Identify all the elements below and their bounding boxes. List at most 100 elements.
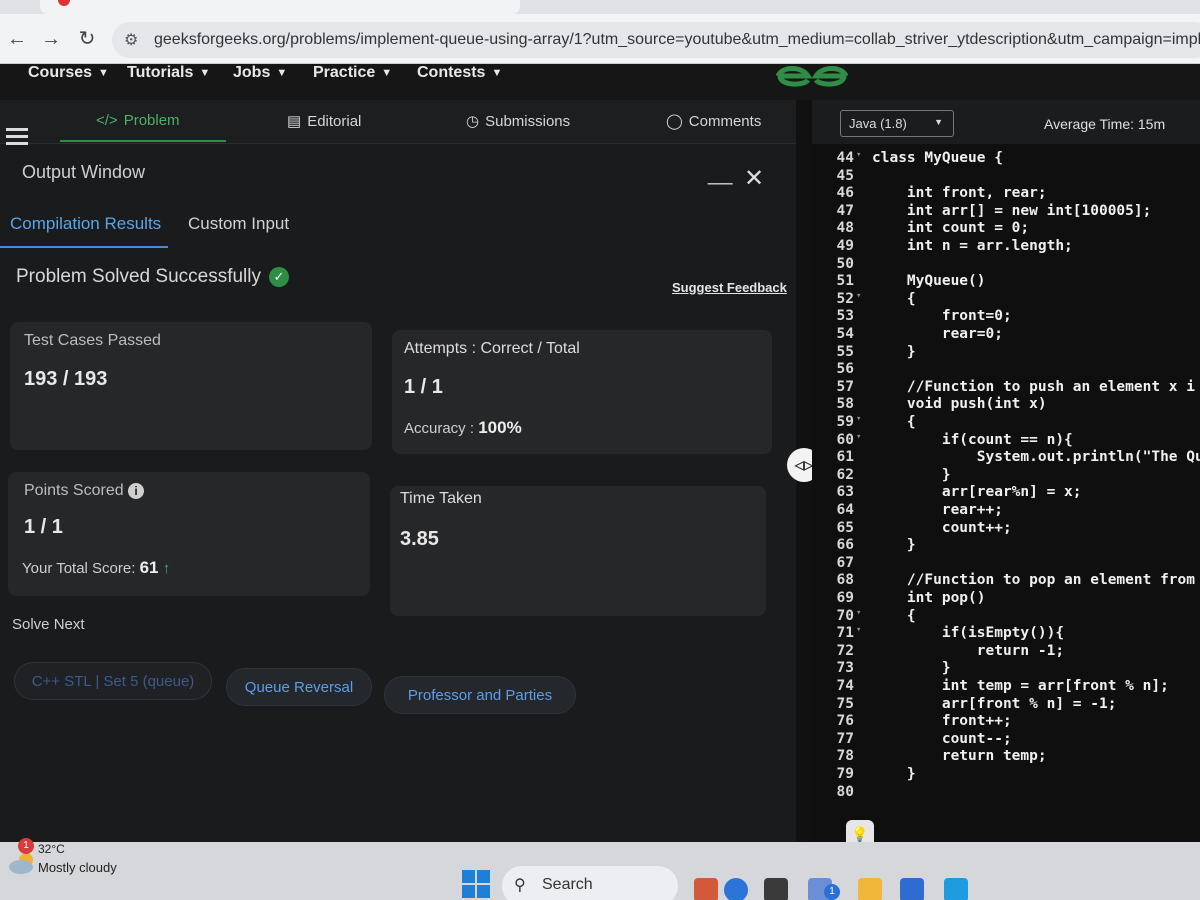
solve-next-label: Solve Next — [12, 616, 85, 633]
code-text[interactable]: } — [872, 344, 916, 360]
app-icon[interactable] — [764, 878, 788, 900]
code-text[interactable]: } — [872, 660, 951, 676]
info-icon[interactable]: i — [128, 482, 145, 499]
line-number: 50 — [836, 255, 854, 272]
code-text[interactable]: front++; — [872, 713, 1012, 729]
site-settings-icon[interactable]: ⚙ — [124, 30, 138, 50]
nav-label: Contests — [417, 64, 486, 81]
average-time: Average Time: 15m — [1044, 116, 1166, 132]
code-text[interactable]: int count = 0; — [872, 220, 1029, 236]
nav-tutorials[interactable]: Tutorials ▼ — [127, 64, 210, 82]
chevron-down-icon: ▼ — [381, 67, 393, 79]
gfg-logo[interactable] — [772, 64, 852, 90]
url-text[interactable]: geeksforgeeks.org/problems/implement-que… — [154, 31, 1200, 49]
address-bar[interactable]: ⚙ geeksforgeeks.org/problems/implement-q… — [112, 22, 1200, 58]
code-text[interactable]: count++; — [872, 520, 1012, 536]
tab-comments[interactable]: ◯ Comments — [666, 112, 761, 131]
code-text[interactable]: if(count == n){ — [872, 432, 1073, 448]
code-text[interactable]: arr[front % n] = -1; — [872, 696, 1117, 712]
line-number: 63 — [836, 484, 854, 501]
code-text[interactable]: } — [872, 467, 951, 483]
code-text[interactable]: rear++; — [872, 502, 1003, 518]
document-icon: ▤ — [287, 113, 302, 130]
fold-arrow-icon[interactable]: ▾ — [856, 150, 861, 160]
code-text[interactable]: rear=0; — [872, 326, 1003, 342]
code-text[interactable]: int temp = arr[front % n]; — [872, 678, 1169, 694]
app-icon[interactable] — [724, 878, 748, 900]
folder-icon[interactable] — [858, 878, 882, 900]
language-value: Java (1.8) — [849, 116, 907, 131]
app-icon[interactable] — [944, 878, 968, 900]
code-text[interactable]: class MyQueue { — [872, 150, 1003, 166]
code-text[interactable]: //Function to push an element x i — [872, 379, 1195, 395]
code-text[interactable]: int n = arr.length; — [872, 238, 1073, 254]
comment-icon: ◯ — [666, 113, 683, 130]
browser-toolbar: ← → ↻ ⚙ geeksforgeeks.org/problems/imple… — [0, 14, 1200, 64]
taskbar-search[interactable]: ⚲ Search — [502, 866, 678, 900]
code-text[interactable]: } — [872, 766, 916, 782]
temperature: 32°C — [38, 842, 65, 856]
menu-icon[interactable] — [6, 128, 28, 148]
code-text[interactable]: System.out.println("The Qu — [872, 449, 1200, 465]
time-label: Time Taken — [400, 490, 482, 507]
code-text[interactable]: //Function to pop an element from — [872, 572, 1195, 588]
code-text[interactable]: int front, rear; — [872, 185, 1047, 201]
cloud-icon[interactable] — [6, 850, 38, 876]
tab-label: Submissions — [485, 112, 571, 130]
fold-arrow-icon[interactable]: ▾ — [856, 608, 861, 618]
code-text[interactable]: return -1; — [872, 643, 1064, 659]
tab-label: Problem — [123, 112, 180, 129]
line-number: 64 — [836, 502, 854, 518]
code-text[interactable]: } — [872, 537, 916, 553]
tab-custom-input[interactable]: Custom Input — [188, 214, 289, 234]
status-text: Problem Solved Successfully — [16, 266, 261, 287]
line-number: 79 — [836, 766, 854, 782]
nav-courses[interactable]: Courses ▼ — [28, 64, 109, 82]
tab-submissions[interactable]: ◷ Submissions — [466, 112, 571, 131]
language-select[interactable]: Java (1.8) ▼ — [840, 110, 954, 137]
fold-arrow-icon[interactable]: ▾ — [856, 432, 861, 442]
nav-practice[interactable]: Practice ▼ — [313, 64, 392, 82]
code-text[interactable]: void push(int x) — [872, 396, 1047, 412]
reload-button[interactable]: ↻ — [74, 26, 100, 52]
line-number: 61 — [836, 449, 854, 466]
tab-editorial[interactable]: ▤ Editorial — [287, 112, 361, 131]
windows-start-icon[interactable] — [462, 870, 490, 898]
code-text[interactable]: { — [872, 291, 916, 307]
code-text[interactable]: { — [872, 414, 916, 430]
close-button[interactable]: ✕ — [744, 164, 764, 193]
tab-problem[interactable]: </> Problem — [96, 112, 180, 129]
chevron-down-icon: ▼ — [276, 67, 288, 79]
code-text[interactable]: count--; — [872, 731, 1012, 747]
code-text[interactable]: return temp; — [872, 748, 1047, 764]
code-editor[interactable]: 44 ▾ class MyQueue {45 46 int front, rear; 4… — [812, 150, 1200, 810]
minimize-button[interactable]: __ — [708, 160, 732, 186]
code-text[interactable]: int arr[] = new int[100005]; — [872, 203, 1151, 219]
search-icon: ⚲ — [514, 877, 526, 894]
app-icon[interactable] — [694, 878, 718, 900]
code-text[interactable]: if(isEmpty()){ — [872, 625, 1064, 641]
code-text[interactable]: int pop() — [872, 590, 986, 606]
nav-contests[interactable]: Contests ▼ — [417, 64, 502, 82]
active-tab[interactable] — [40, 0, 520, 14]
fold-arrow-icon[interactable]: ▾ — [856, 625, 861, 635]
fold-arrow-icon[interactable]: ▾ — [856, 291, 861, 301]
solve-next-item[interactable]: Queue Reversal — [226, 668, 372, 706]
solve-next-item[interactable]: Professor and Parties — [384, 676, 576, 714]
app-icon[interactable] — [900, 878, 924, 900]
tab-compilation-results[interactable]: Compilation Results — [10, 214, 161, 234]
code-text[interactable]: front=0; — [872, 308, 1012, 324]
back-button[interactable]: ← — [4, 26, 30, 52]
test-cases-value: 193 / 193 — [24, 368, 108, 390]
fold-arrow-icon[interactable]: ▾ — [856, 414, 861, 424]
nav-jobs[interactable]: Jobs ▼ — [233, 64, 287, 82]
code-icon: </> — [96, 112, 118, 129]
line-number: 56 — [836, 361, 854, 378]
forward-button[interactable]: → — [38, 26, 64, 52]
suggest-feedback-link[interactable]: Suggest Feedback — [672, 280, 787, 295]
code-text[interactable]: { — [872, 608, 916, 624]
code-text[interactable]: arr[rear%n] = x; — [872, 484, 1082, 500]
code-text[interactable]: MyQueue() — [872, 273, 986, 289]
line-number: 55 — [836, 343, 854, 360]
solve-next-item[interactable]: C++ STL | Set 5 (queue) — [14, 662, 212, 700]
